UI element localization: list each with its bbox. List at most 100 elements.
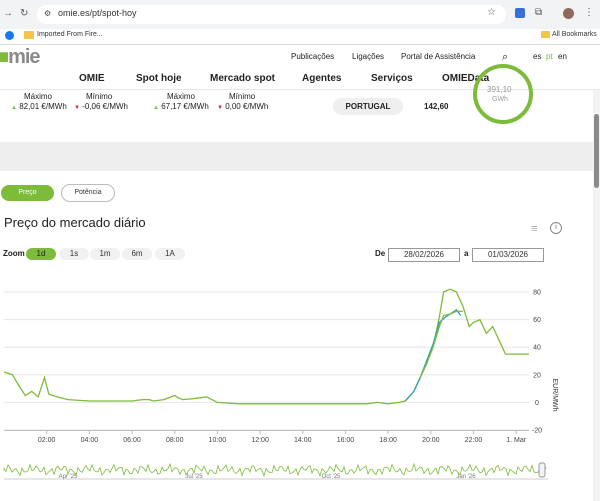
energy-ring: [473, 64, 533, 124]
nav-servicos[interactable]: Serviços: [371, 73, 413, 84]
x-tick-label: 20:00: [422, 437, 440, 444]
nav-agentes[interactable]: Agentes: [302, 73, 341, 84]
nav-mercado-spot[interactable]: Mercado spot: [210, 73, 275, 84]
nav-ligacoes[interactable]: Ligações: [352, 52, 384, 61]
folder-icon: [541, 31, 550, 38]
y-tick-label: 20: [533, 372, 541, 379]
min-value-left: ▼ -0,06 €/MWh: [74, 102, 128, 111]
x-tick-label: 08:00: [166, 437, 184, 444]
from-date-input[interactable]: 28/02/2026: [388, 248, 460, 262]
x-tick-label: 22:00: [465, 437, 483, 444]
up-arrow-icon: ▲: [153, 105, 159, 111]
max-label-right: Máximo: [167, 92, 196, 101]
lang-pt[interactable]: pt: [546, 52, 553, 61]
tab-preco[interactable]: Preço: [1, 185, 54, 201]
chart-lines: [3, 288, 529, 405]
down-arrow-icon: ▼: [74, 105, 80, 111]
y-tick-label: -20: [532, 428, 542, 435]
country-badge: PORTUGAL: [333, 98, 403, 115]
x-tick-label: 04:00: [81, 437, 99, 444]
y-axis-label: EUR/MWh: [551, 378, 558, 411]
x-axis-ticks: 02:00 04:00 06:00 08:00 10:00 12:00 14:00 16:00…: [38, 430, 527, 444]
menu-dots-icon[interactable]: ⋮: [584, 8, 594, 18]
x-tick-label: 12:00: [251, 437, 269, 444]
avatar[interactable]: [563, 8, 574, 19]
logo-mark: ■: [0, 46, 9, 68]
info-icon[interactable]: i: [550, 222, 562, 234]
nav-spot-hoje[interactable]: Spot hoje: [136, 73, 182, 84]
star-icon[interactable]: ☆: [487, 8, 496, 18]
down-arrow-icon: ▼: [217, 105, 223, 111]
min-value-right: ▼ 0,00 €/MWh: [217, 102, 268, 111]
reload-icon[interactable]: ↻: [20, 9, 28, 19]
bookmark-imported[interactable]: Imported From Fire...: [37, 31, 103, 38]
zoom-1m-button[interactable]: 1m: [90, 248, 120, 260]
extension-icon[interactable]: [515, 8, 525, 18]
zoom-1d-button[interactable]: 1d: [26, 248, 56, 260]
max-value-right-text: 67,17 €/MWh: [161, 102, 209, 111]
up-arrow-icon: ▲: [11, 105, 17, 111]
price-series-line: [404, 309, 462, 402]
x-tick-label: 1. Mar: [506, 437, 527, 444]
nav-omie[interactable]: OMIE: [79, 73, 105, 84]
section-divider: [0, 142, 594, 171]
y-tick-label: 80: [533, 290, 541, 297]
min-value-right-text: 0,00 €/MWh: [225, 102, 269, 111]
min-label-left: Mínimo: [86, 92, 113, 101]
lang-es[interactable]: es: [533, 52, 541, 61]
chart-title: Preço do mercado diário: [4, 215, 146, 230]
price-chart[interactable]: -20 0 20 40 60 80 02:00 04:00 06:00 08:00 10:00 12…: [0, 265, 593, 501]
facebook-icon: [5, 31, 14, 40]
omie-logo[interactable]: ■mie: [0, 46, 41, 69]
puzzle-icon[interactable]: ⧉: [535, 8, 542, 18]
y-tick-label: 60: [533, 317, 541, 324]
chart-navigator: Apr '25 Jul '25 Oct '25 Jan '26: [3, 462, 548, 480]
min-value-left-text: -0,06 €/MWh: [82, 102, 128, 111]
zoom-1s-button[interactable]: 1s: [59, 248, 89, 260]
navigator-label: Jan '26: [456, 474, 476, 480]
zoom-6m-button[interactable]: 6m: [122, 248, 152, 260]
price-series-line: [419, 310, 463, 378]
x-tick-label: 06:00: [123, 437, 141, 444]
from-label: De: [375, 249, 386, 258]
x-tick-label: 10:00: [209, 437, 227, 444]
navigator-label: Jul '25: [185, 474, 203, 480]
all-bookmarks[interactable]: All Bookmarks: [552, 31, 597, 38]
lang-en[interactable]: en: [558, 52, 567, 61]
nav-portal[interactable]: Portal de Assistência: [401, 52, 475, 61]
y-tick-label: 0: [535, 400, 539, 407]
navigator-handle: [538, 462, 546, 478]
forward-icon[interactable]: →: [3, 9, 13, 19]
zoom-label: Zoom: [3, 249, 25, 258]
x-tick-label: 16:00: [337, 437, 355, 444]
navigator-label: Oct '25: [322, 474, 341, 480]
x-tick-label: 14:00: [294, 437, 312, 444]
max-value-right: ▲ 67,17 €/MWh: [153, 102, 209, 111]
nav-publicacoes[interactable]: Publicações: [291, 52, 334, 61]
folder-icon: [24, 31, 34, 39]
chart-menu-icon[interactable]: ≡: [531, 223, 537, 235]
max-value-left-text: 82,01 €/MWh: [19, 102, 67, 111]
ring-value: 391,10: [487, 85, 512, 94]
navigator-label: Apr '25: [59, 474, 78, 480]
search-icon[interactable]: ⌕: [502, 51, 508, 64]
ring-unit: GWh: [492, 96, 508, 103]
x-tick-label: 02:00: [38, 437, 56, 444]
x-tick-label: 18:00: [379, 437, 397, 444]
to-date-input[interactable]: 01/03/2026: [472, 248, 544, 262]
tab-potencia[interactable]: Potência: [61, 184, 115, 202]
max-label-left: Máximo: [24, 92, 53, 101]
url-text: omie.es/pt/spot-hoy: [58, 8, 137, 18]
min-label-right: Mínimo: [229, 92, 256, 101]
logo-text: mie: [8, 46, 40, 68]
site-settings-icon[interactable]: ⚙: [44, 9, 51, 19]
country-value: 142,60: [424, 102, 449, 111]
y-axis-ticks: -20 0 20 40 60 80: [532, 290, 542, 435]
y-tick-label: 40: [533, 345, 541, 352]
price-series-line: [3, 288, 529, 405]
chart-grid: [4, 291, 529, 431]
scrollbar-thumb[interactable]: [594, 114, 599, 188]
to-label: a: [464, 249, 469, 258]
max-value-left: ▲ 82,01 €/MWh: [11, 102, 67, 111]
zoom-1a-button[interactable]: 1A: [155, 248, 185, 260]
